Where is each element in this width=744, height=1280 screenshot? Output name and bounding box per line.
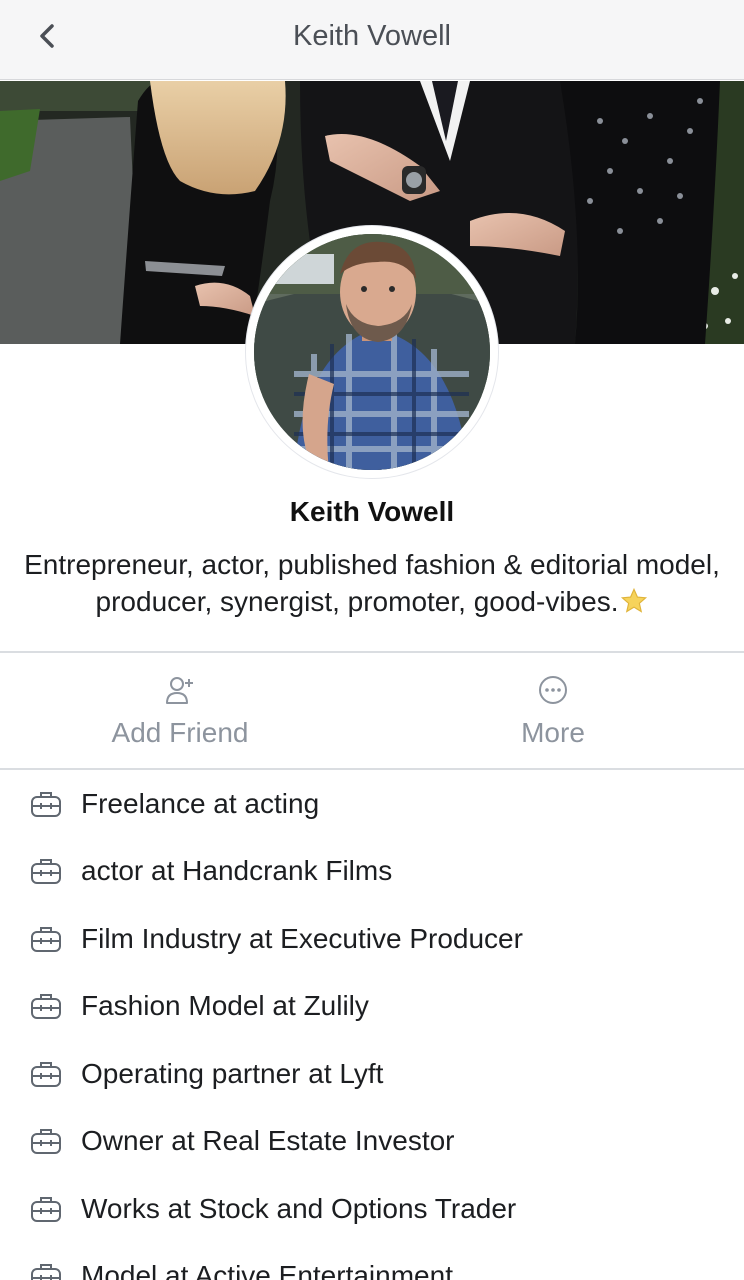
add-friend-button[interactable]: Add Friend (0, 654, 366, 768)
briefcase-icon (31, 792, 61, 817)
work-item-text: Freelance at acting (81, 788, 320, 819)
work-item-text: actor at Handcrank Films (81, 855, 393, 886)
briefcase-icon (31, 927, 61, 952)
more-button[interactable]: More (367, 654, 739, 768)
work-item-text: Model at Active Entertainment (81, 1260, 453, 1280)
work-item-text: Works at Stock and Options Trader (81, 1193, 517, 1224)
list-item[interactable]: Owner at Real Estate Investor (0, 1113, 744, 1169)
add-friend-label: Add Friend (111, 717, 249, 748)
work-item-text: Film Industry at Executive Producer (81, 923, 523, 954)
work-item-text: Operating partner at Lyft (81, 1058, 384, 1089)
list-item[interactable]: Operating partner at Lyft (0, 1046, 744, 1102)
briefcase-icon (31, 994, 61, 1019)
list-item[interactable]: Model at Active Entertainment (0, 1248, 744, 1280)
profile-bio: Entrepreneur, actor, published fashion &… (20, 546, 724, 620)
profile-actions: Add Friend More (0, 654, 744, 768)
work-item-text: Owner at Real Estate Investor (81, 1125, 455, 1156)
briefcase-icon (31, 1129, 61, 1154)
briefcase-icon (31, 1062, 61, 1087)
profile-picture-frame (246, 226, 498, 478)
bio-text: Entrepreneur, actor, published fashion &… (24, 549, 720, 617)
work-item-text: Fashion Model at Zulily (81, 990, 369, 1021)
profile-name: Keith Vowell (289, 496, 455, 527)
list-item[interactable]: Film Industry at Executive Producer (0, 911, 744, 967)
page-title: Keith Vowell (293, 20, 451, 52)
divider (0, 651, 744, 653)
avatar[interactable] (254, 234, 490, 470)
top-bar: Keith Vowell (0, 0, 744, 80)
list-item[interactable]: Fashion Model at Zulily (0, 978, 744, 1034)
list-item[interactable]: Freelance at acting (0, 776, 744, 832)
briefcase-icon (31, 1264, 61, 1280)
briefcase-icon (31, 859, 61, 884)
more-dots-icon (539, 676, 567, 704)
divider (0, 768, 744, 770)
list-item[interactable]: actor at Handcrank Films (0, 843, 744, 899)
more-label: More (521, 717, 585, 748)
add-person-icon (166, 677, 193, 704)
list-item[interactable]: Works at Stock and Options Trader (0, 1181, 744, 1237)
briefcase-icon (31, 1197, 61, 1222)
star-icon (621, 587, 648, 613)
